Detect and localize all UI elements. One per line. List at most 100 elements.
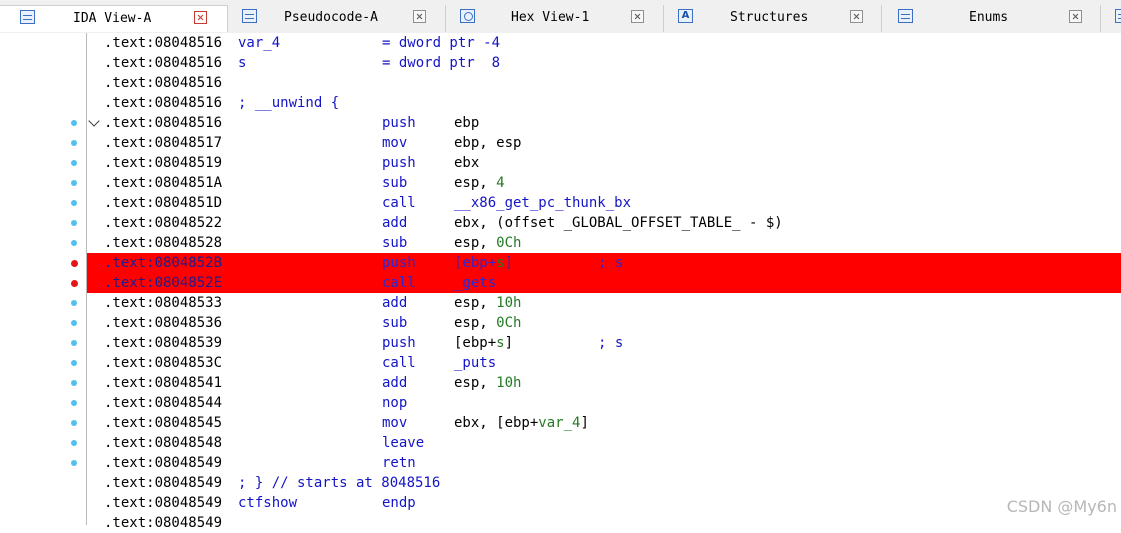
operand-token: esp, (454, 295, 496, 311)
operand-token: ebx, [ebp+ (454, 415, 538, 431)
disasm-line[interactable]: .text:08048549retn (87, 453, 1121, 473)
operand-token: ] (505, 255, 513, 271)
disasm-line[interactable]: .text:08048541addesp, 10h (87, 373, 1121, 393)
line-operands: _puts (454, 353, 496, 373)
disasm-line[interactable]: .text:08048519pushebx (87, 153, 1121, 173)
disasm-line[interactable]: .text:08048544 nop (87, 393, 1121, 413)
disasm-line[interactable]: .text:08048516s= dword ptr 8 (87, 53, 1121, 73)
line-mnemonic: call (382, 353, 416, 373)
line-address: .text:08048539 (104, 333, 222, 353)
line-mnemonic: add (382, 213, 407, 233)
line-marker-icon[interactable] (71, 400, 77, 406)
tab-hex-view-1[interactable]: Hex View-1 (446, 5, 664, 32)
line-mnemonic: sub (382, 313, 407, 333)
operand-token: _puts (454, 355, 496, 371)
disasm-line[interactable]: .text:08048516pushebp (87, 113, 1121, 133)
line-address: .text:0804853C (104, 353, 222, 373)
line-marker-icon[interactable] (71, 300, 77, 306)
line-marker-icon[interactable] (71, 200, 77, 206)
line-comment: ; __unwind { (238, 93, 339, 113)
operand-token: 10h (496, 295, 521, 311)
close-icon[interactable] (631, 10, 644, 23)
line-mnemonic: sub (382, 233, 407, 253)
tab-enums[interactable]: Enums (882, 5, 1101, 32)
operand-token: esp, (454, 235, 496, 251)
line-marker-icon[interactable] (71, 220, 77, 226)
line-mnemonic: add (382, 373, 407, 393)
line-address: .text:08048541 (104, 373, 222, 393)
tab-label: Hex View-1 (511, 10, 589, 25)
line-marker-icon[interactable] (71, 140, 77, 146)
line-trailing-comment: ; s (598, 333, 623, 353)
disasm-line[interactable]: .text:08048522 add ebx, (offset _GLOBAL_OF… (87, 213, 1121, 233)
line-marker-icon[interactable] (71, 320, 77, 326)
tab-label: IDA View-A (73, 11, 151, 26)
disasm-line[interactable]: .text:08048516 ; __unwind { (87, 93, 1121, 113)
line-operands: ebp, esp (454, 133, 521, 153)
disasm-line[interactable]: .text:08048549 (87, 513, 1121, 533)
line-marker-icon[interactable] (71, 340, 77, 346)
line-marker-icon[interactable] (71, 160, 77, 166)
line-address: .text:08048533 (104, 293, 222, 313)
close-icon[interactable] (413, 10, 426, 23)
tab-pseudocode-a[interactable]: Pseudocode-A (228, 5, 446, 32)
disassembly-listing[interactable]: .text:08048516var_4= dword ptr -4.text:0… (87, 33, 1121, 525)
operand-token: 4 (496, 175, 504, 191)
operand-token: 0Ch (496, 315, 521, 331)
line-address: .text:08048516 (104, 93, 222, 113)
tab-ida-view-a[interactable]: IDA View-A (0, 5, 228, 32)
line-operands: ebx (454, 153, 479, 173)
line-address: .text:08048528 (104, 233, 222, 253)
disasm-line[interactable]: .text:08048516 (87, 73, 1121, 93)
breakpoint-line[interactable]: .text:0804852Bpush[ebp+s]; s (87, 253, 1121, 273)
line-mnemonic: nop (382, 393, 407, 413)
line-operands: _gets (454, 273, 496, 293)
disasm-line[interactable]: .text:0804853C call _puts (87, 353, 1121, 373)
disasm-line[interactable]: .text:0804851Asubesp, 4 (87, 173, 1121, 193)
breakpoint-icon[interactable] (71, 260, 78, 267)
line-address: .text:08048522 (104, 213, 222, 233)
line-marker-icon[interactable] (71, 360, 77, 366)
close-icon[interactable] (194, 11, 207, 24)
line-mnemonic: call (382, 273, 416, 293)
disasm-line[interactable]: .text:08048516var_4= dword ptr -4 (87, 33, 1121, 53)
operand-token: ebx, (offset _GLOBAL_OFFSET_TABLE_ - $) (454, 215, 783, 231)
disasm-line[interactable]: .text:08048533addesp, 10h (87, 293, 1121, 313)
line-address: .text:08048549 (104, 513, 222, 533)
disasm-line[interactable]: .text:08048517movebp, esp (87, 133, 1121, 153)
line-address: .text:08048544 (104, 393, 222, 413)
breakpoint-gutter[interactable] (0, 33, 87, 525)
line-address: .text:08048516 (104, 73, 222, 93)
disasm-line[interactable]: .text:08048549ctfshowendp (87, 493, 1121, 513)
tab-structures[interactable]: A Structures (664, 5, 882, 32)
disasm-line[interactable]: .text:0804851Dcall__x86_get_pc_thunk_bx (87, 193, 1121, 213)
breakpoint-line[interactable]: .text:0804852E call _gets (87, 273, 1121, 293)
disasm-line[interactable]: .text:08048528subesp, 0Ch (87, 233, 1121, 253)
disasm-line[interactable]: .text:08048548leave (87, 433, 1121, 453)
line-address: .text:08048519 (104, 153, 222, 173)
disasm-line[interactable]: .text:08048539push[ebp+s]; s (87, 333, 1121, 353)
disasm-line[interactable]: .text:08048545movebx, [ebp+var_4] (87, 413, 1121, 433)
hex-view-icon (460, 9, 475, 23)
line-marker-icon[interactable] (71, 240, 77, 246)
pseudocode-view-icon (242, 9, 257, 23)
watermark: CSDN @My6n (1007, 497, 1117, 516)
operand-token: ] (505, 335, 513, 351)
breakpoint-icon[interactable] (71, 280, 78, 287)
line-marker-icon[interactable] (71, 460, 77, 466)
disasm-line[interactable]: .text:08048536subesp, 0Ch (87, 313, 1121, 333)
line-address: .text:0804852E (104, 273, 222, 293)
line-marker-icon[interactable] (71, 380, 77, 386)
close-icon[interactable] (850, 10, 863, 23)
line-marker-icon[interactable] (71, 180, 77, 186)
line-marker-icon[interactable] (71, 120, 77, 126)
close-icon[interactable] (1069, 10, 1082, 23)
tab-overflow[interactable] (1101, 5, 1121, 32)
line-mnemonic: call (382, 193, 416, 213)
line-marker-icon[interactable] (71, 440, 77, 446)
line-marker-icon[interactable] (71, 420, 77, 426)
line-operands: ebx, [ebp+var_4] (454, 413, 589, 433)
line-address: .text:08048545 (104, 413, 222, 433)
operand-token: esp, (454, 175, 496, 191)
disasm-line[interactable]: .text:08048549; } // starts at 8048516 (87, 473, 1121, 493)
